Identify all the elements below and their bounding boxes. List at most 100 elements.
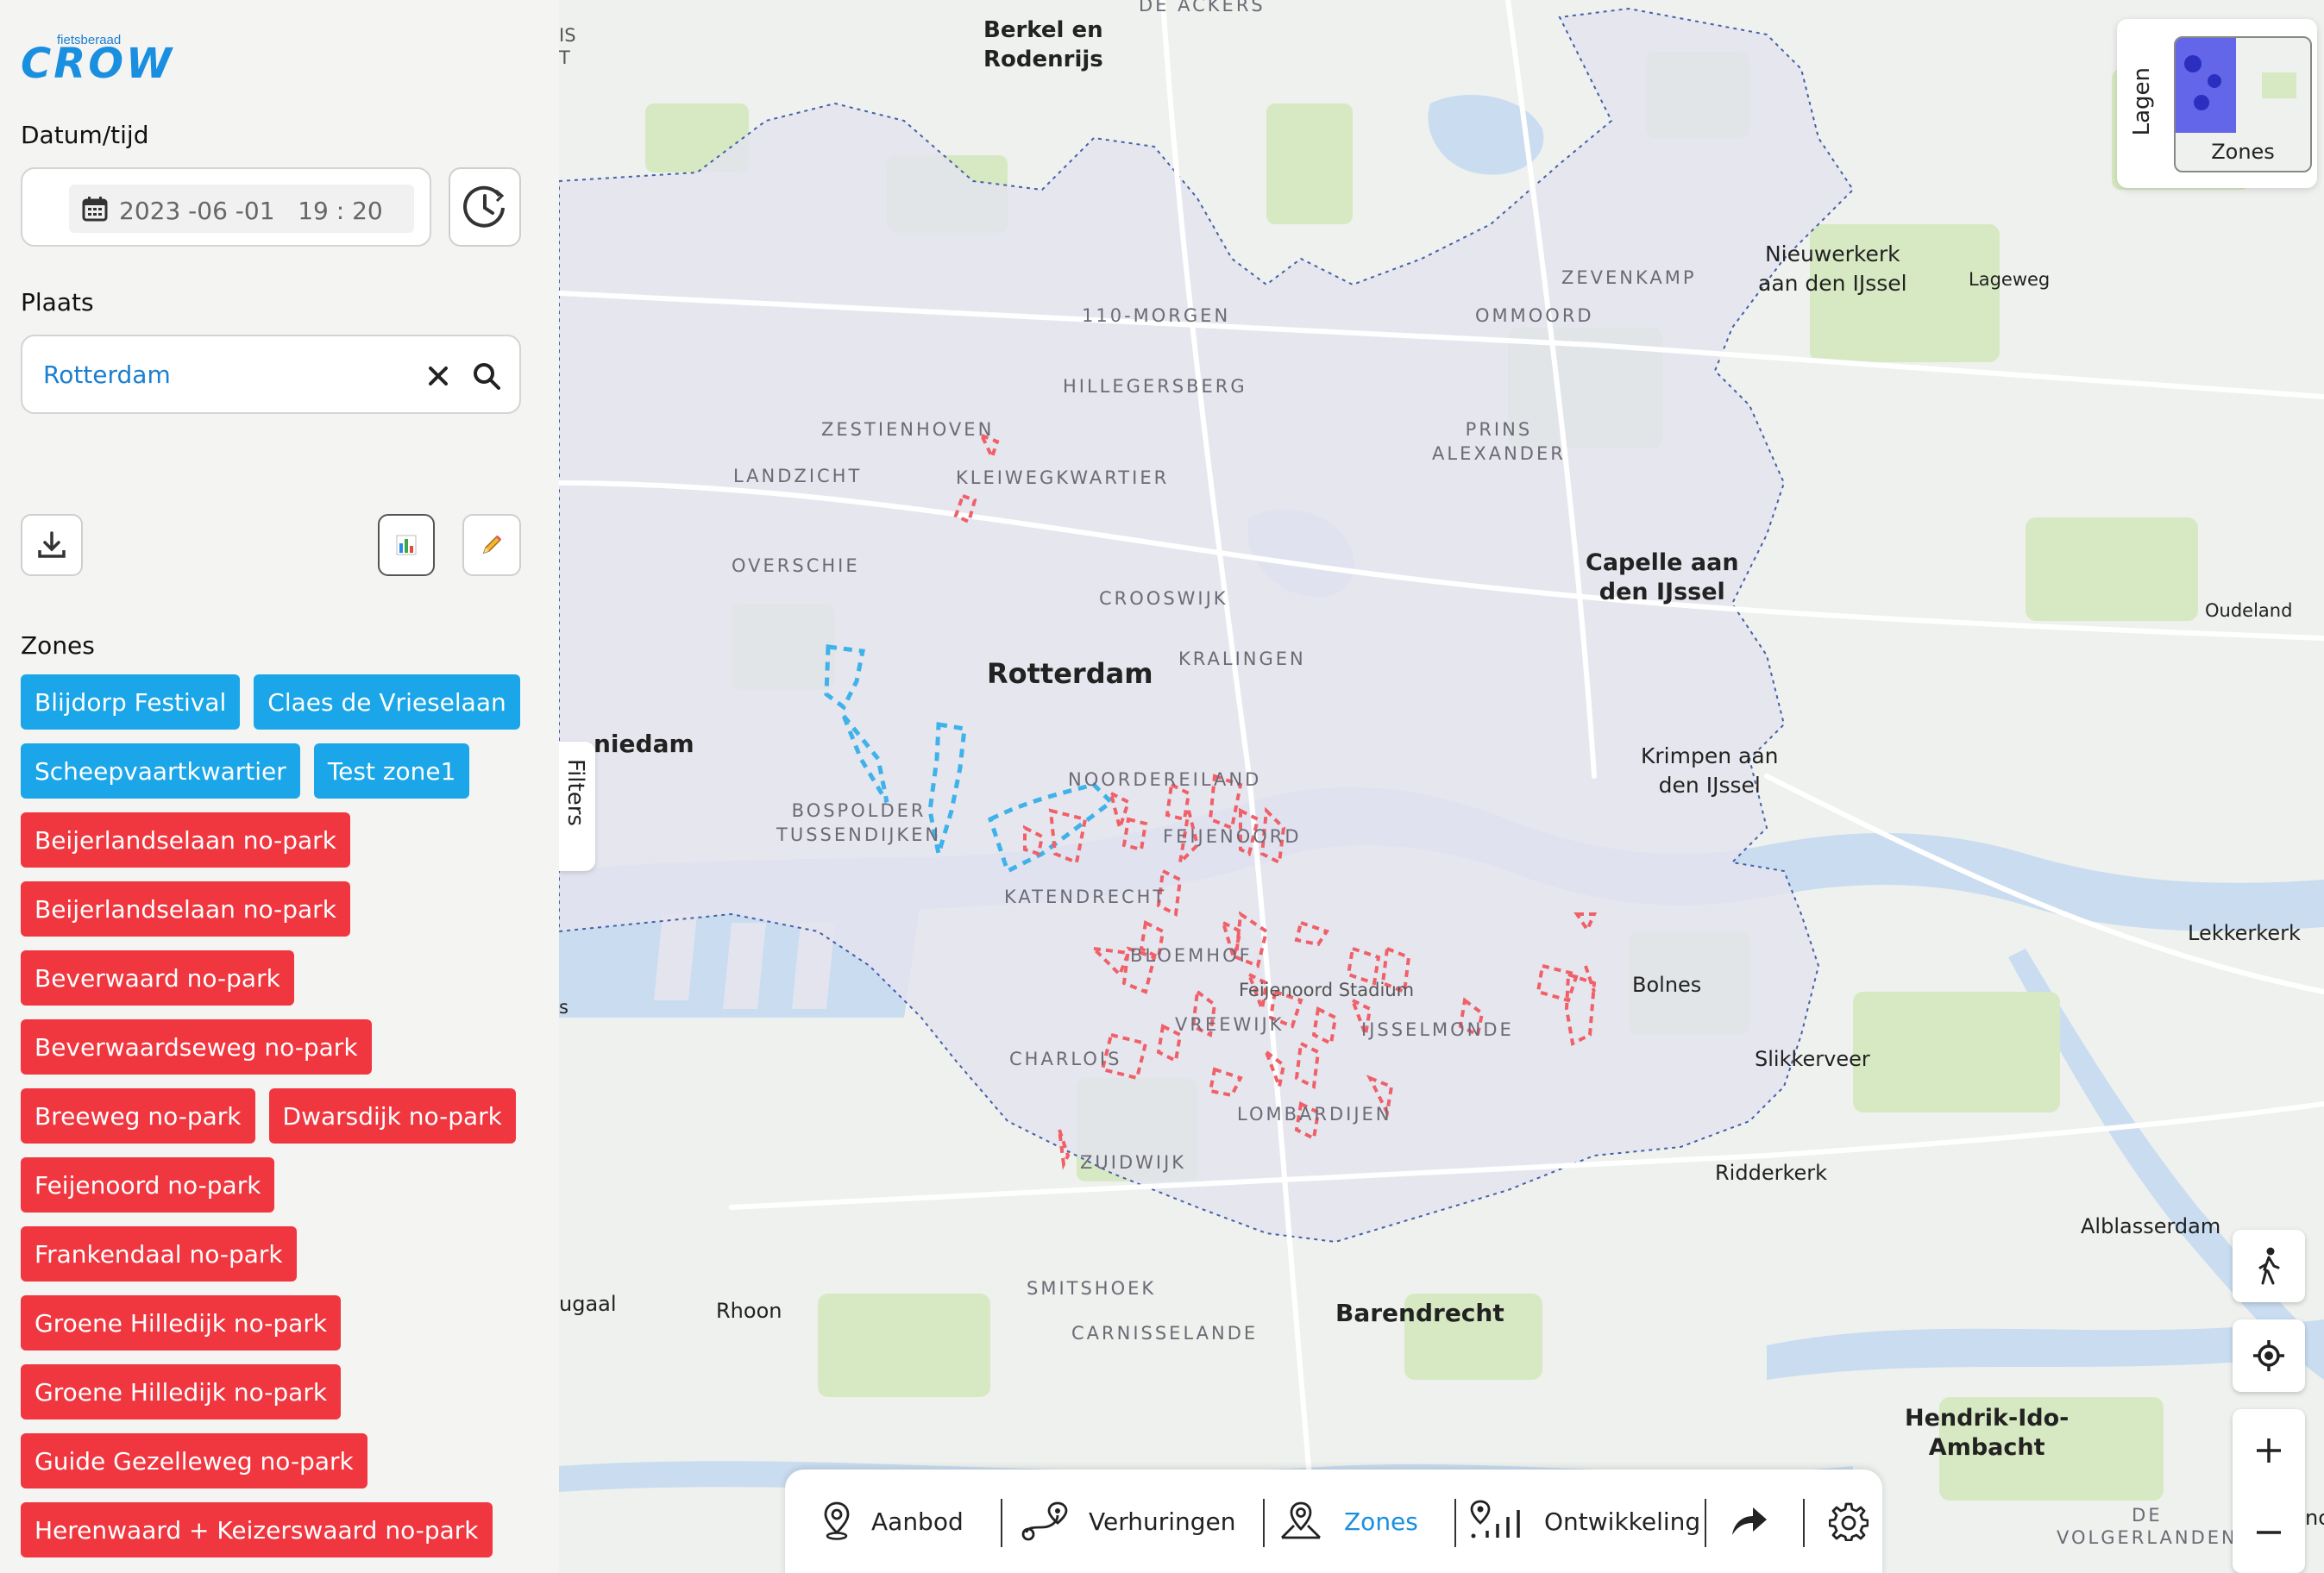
map-label-ijsselmonde: IJSSELMONDE <box>1361 1019 1514 1040</box>
locate-me-button[interactable] <box>2233 1319 2305 1392</box>
zoom-in-icon[interactable] <box>2253 1435 2284 1466</box>
map-label-barendrecht: Barendrecht <box>1335 1299 1504 1327</box>
zone-chip[interactable]: Beijerlandselaan no-park <box>21 812 350 868</box>
crow-logo[interactable]: fietsberaad CROW <box>21 33 176 88</box>
map-canvas[interactable] <box>559 0 2324 1573</box>
map-label-crooswijk: CROOSWIJK <box>1099 588 1228 609</box>
map-label-lageweg: Lageweg <box>1969 269 2051 290</box>
zone-chip[interactable]: Breeweg no-park <box>21 1088 255 1144</box>
zone-chip[interactable]: Beverwaardseweg no-park <box>21 1019 372 1075</box>
map-label-kleiwegkwartier: KLEIWEGKWARTIER <box>956 467 1170 488</box>
map-label-bolnes: Bolnes <box>1632 973 1702 997</box>
walk-mode-button[interactable] <box>2233 1230 2305 1302</box>
map-label-smitshoek: SMITSHOEK <box>1027 1278 1157 1299</box>
pencil-icon <box>482 535 502 555</box>
nav-verhuringen[interactable]: Verhuringen <box>1020 1470 1236 1573</box>
zone-chip[interactable]: Guide Gezelleweg no-park <box>21 1433 367 1488</box>
nav-divider <box>1705 1499 1706 1547</box>
datetime-input[interactable]: 2023 -06 -01 19 : 20 <box>69 185 414 233</box>
zone-chip[interactable]: Dwarsdijk no-park <box>268 1088 516 1144</box>
map-label-overschie: OVERSCHIE <box>732 555 860 576</box>
nav-zones[interactable]: Zones <box>1275 1470 1418 1573</box>
layers-panel[interactable]: Lagen Zones <box>2117 19 2317 188</box>
zone-chip[interactable]: Test zone1 <box>313 743 470 799</box>
clear-icon[interactable] <box>426 364 450 388</box>
map-label-partial-nc: nc <box>2305 1506 2324 1530</box>
zones-layer-thumbnail[interactable]: Zones <box>2174 36 2312 172</box>
map-label-kralingen: KRALINGEN <box>1178 649 1306 669</box>
place-search-field[interactable]: Rotterdam <box>21 335 521 414</box>
map-pin-icon <box>824 1501 850 1540</box>
place-label: Plaats <box>21 288 94 316</box>
clock-history-icon <box>463 185 505 228</box>
settings-button[interactable] <box>1829 1470 1886 1573</box>
zone-chip[interactable]: Scheepvaartkwartier <box>21 743 300 799</box>
nav-zones-label: Zones <box>1344 1507 1418 1536</box>
map-label-partial-s: s <box>559 997 568 1018</box>
zone-chip[interactable]: Frankendaal no-park <box>21 1226 297 1282</box>
crosshair-location-icon <box>2253 1340 2284 1371</box>
edit-button[interactable] <box>462 514 521 576</box>
datetime-value: 2023 -06 -01 19 : 20 <box>119 197 383 225</box>
map-label-carnisselande: CARNISSELANDE <box>1071 1323 1259 1344</box>
map-label-zevenkamp: ZEVENKAMP <box>1561 267 1697 288</box>
map-label-charlois: CHARLOIS <box>1009 1049 1122 1069</box>
map-label-110-morgen: 110-MORGEN <box>1082 305 1231 326</box>
bar-chart-icon <box>396 535 417 555</box>
nav-ontwikkeling[interactable]: Ontwikkeling <box>1467 1470 1700 1573</box>
download-button[interactable] <box>21 514 83 576</box>
search-icon[interactable] <box>471 360 502 392</box>
map-label-alblasserdam: Alblasserdam <box>2081 1214 2221 1238</box>
map-label-feijenoord: FEIJENOORD <box>1163 826 1302 847</box>
zone-chip[interactable]: Claes de Vrieselaan <box>254 674 520 730</box>
zoom-controls <box>2233 1409 2305 1573</box>
zone-chip[interactable]: Beijerlandselaan no-park <box>21 881 350 937</box>
share-button[interactable] <box>1729 1470 1786 1573</box>
filters-tab[interactable]: Filters <box>559 742 595 871</box>
zone-chip[interactable]: Groene Hilledijk no-park <box>21 1364 342 1419</box>
zones-label: Zones <box>21 631 95 660</box>
pedestrian-icon <box>2258 1247 2280 1285</box>
map-label-zestienhoven: ZESTIENHOVEN <box>821 419 995 440</box>
map-label-vreewijk: VREEWIJK <box>1175 1014 1284 1035</box>
download-icon <box>38 531 66 558</box>
map-view[interactable]: IS T DE ACKERS Berkel en Rodenrijs Nieuwer… <box>559 0 2324 1573</box>
map-label-rhoon: Rhoon <box>716 1299 782 1323</box>
datetime-field[interactable]: 2023 -06 -01 19 : 20 <box>21 167 431 247</box>
share-arrow-icon <box>1732 1507 1767 1535</box>
sidebar: fietsberaad CROW Datum/tijd 2023 -06 -01… <box>0 0 559 1573</box>
bottom-nav-bar: Aanbod Verhuringen Zones Ontwikkeling <box>785 1470 1882 1573</box>
nav-aanbod[interactable]: Aanbod <box>820 1470 964 1573</box>
map-label-landzicht: LANDZICHT <box>733 466 863 486</box>
zone-chip-list: Blijdorp Festival Claes de Vrieselaan Sche… <box>21 674 538 1557</box>
development-chart-icon <box>1470 1500 1520 1539</box>
zoom-out-icon[interactable] <box>2253 1517 2284 1548</box>
map-label-ommoord: OMMOORD <box>1475 305 1594 326</box>
nav-divider <box>1001 1499 1002 1547</box>
zone-chip[interactable]: Groene Hilledijk no-park <box>21 1295 342 1351</box>
zone-chip[interactable]: Feijenoord no-park <box>21 1157 275 1213</box>
zone-chip[interactable]: Blijdorp Festival <box>21 674 241 730</box>
layers-label: Lagen <box>2129 67 2155 136</box>
zone-chip[interactable]: Beverwaard no-park <box>21 950 294 1006</box>
zone-chip[interactable]: Herenwaard + Keizerswaard no-park <box>21 1502 493 1557</box>
map-label-oudeland: Oudeland <box>2205 600 2293 621</box>
route-icon <box>1021 1501 1068 1541</box>
nav-divider <box>1803 1499 1805 1547</box>
datetime-label: Datum/tijd <box>21 121 149 149</box>
map-label-noordereiland: NOORDEREILAND <box>1068 769 1262 790</box>
map-label-partial-left: IS T <box>559 25 576 68</box>
map-label-berkel: Berkel en Rodenrijs <box>983 17 1103 72</box>
zones-layer-label: Zones <box>2211 140 2275 164</box>
map-label-bospolder: BOSPOLDER TUSSENDIJKEN <box>776 800 942 845</box>
map-label-schiedam: niedam <box>594 730 694 758</box>
map-label-bloemhof: BLOEMHOF <box>1130 945 1253 966</box>
map-label-katendrecht: KATENDRECHT <box>1004 887 1167 907</box>
nav-divider <box>1454 1499 1456 1547</box>
history-button[interactable] <box>449 167 521 247</box>
map-label-lekkerkerk: Lekkerkerk <box>2188 921 2301 945</box>
chart-view-button[interactable] <box>378 514 435 576</box>
map-label-hillegersberg: HILLEGERSBERG <box>1063 376 1247 397</box>
nav-ontwikkeling-label: Ontwikkeling <box>1544 1507 1701 1536</box>
map-label-krimpen: Krimpen aan den IJssel <box>1641 743 1779 798</box>
